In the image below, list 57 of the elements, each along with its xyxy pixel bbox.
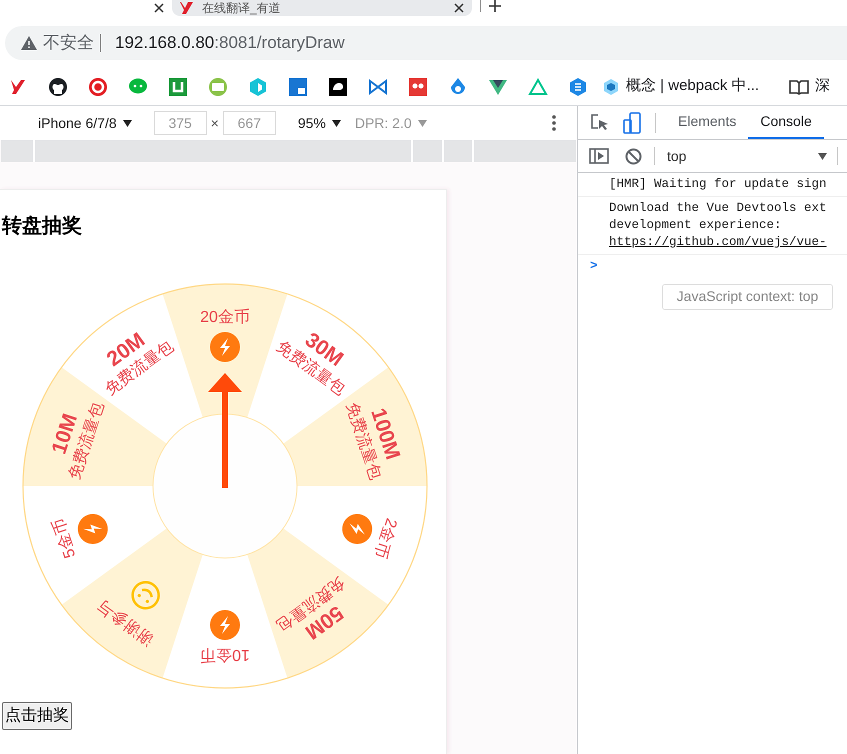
close-icon[interactable] [454,3,464,13]
context-dropdown[interactable]: top [667,146,827,166]
caret-icon [122,120,132,126]
bolt-icon [342,514,372,544]
more-icon[interactable] [552,115,556,131]
ts-square-icon[interactable] [288,76,308,96]
ring-icon[interactable] [88,76,108,96]
book-icon [789,78,810,94]
plus-icon[interactable] [489,0,501,12]
inspect-icon[interactable] [591,114,609,132]
bolt-icon [78,514,108,544]
device-dropdown[interactable]: iPhone 6/7/8 [38,112,132,134]
square-icon[interactable] [168,76,188,96]
draw-button[interactable]: 点击抽奖 [2,702,72,730]
prize-label: 2金币 [370,516,400,560]
page-heading: 转盘抽奖 [2,216,82,236]
address-bar[interactable]: 不安全 192.168.0.80:8081/rotaryDraw [5,26,847,60]
prize-label: 5金币 [50,516,80,560]
bolt-icon [210,332,240,362]
devtools-tab[interactable]: Elements [666,106,748,139]
sidebar-icon[interactable] [589,148,609,164]
tab-title: 在线翻译_有道 [202,2,282,14]
warning-icon [21,36,37,50]
caret-icon [418,120,427,126]
cube-icon [604,78,618,94]
bowtie-icon[interactable] [368,76,388,96]
hexagon-icon[interactable] [568,76,588,96]
bolt-icon [210,610,240,640]
smiley-icon [131,580,160,610]
times-sign: × [210,114,219,132]
block-icon[interactable] [625,148,642,164]
security-label: 不安全 [43,32,94,54]
caret-icon [332,120,341,126]
close-icon[interactable] [154,3,164,13]
chat-bubble-icon[interactable] [128,76,148,96]
console-message: [HMR] Waiting for update sign [609,176,827,193]
caret-icon [818,152,827,160]
url-text: 192.168.0.80:8081/rotaryDraw [115,32,345,54]
bookmark[interactable]: 概念 | webpack 中... [604,75,760,98]
console-message: development experience: [609,217,782,234]
prize-label: 20金币 [200,309,250,326]
context-tooltip: JavaScript context: top [662,284,833,310]
drop-icon[interactable] [448,76,468,96]
console-message: Download the Vue Devtools ext [609,200,827,217]
device-icon[interactable] [623,112,641,134]
cloud-icon[interactable] [328,76,348,96]
bookmark[interactable]: 深 [789,75,830,98]
devtools-tab[interactable]: Console [748,106,824,139]
y-logo-icon [180,2,194,14]
console-link[interactable]: https://github.com/vuejs/vue- [609,234,827,251]
browser-tab[interactable]: 在线翻译_有道 [172,0,472,16]
cat-icon[interactable] [48,76,68,96]
robot-face-icon[interactable] [408,76,428,96]
prize-label: 谢谢参与 [95,596,157,648]
prize-label: 10金币 [200,646,250,663]
console-prompt[interactable]: > [578,255,598,276]
zoom-dropdown[interactable]: 95% [298,112,341,134]
